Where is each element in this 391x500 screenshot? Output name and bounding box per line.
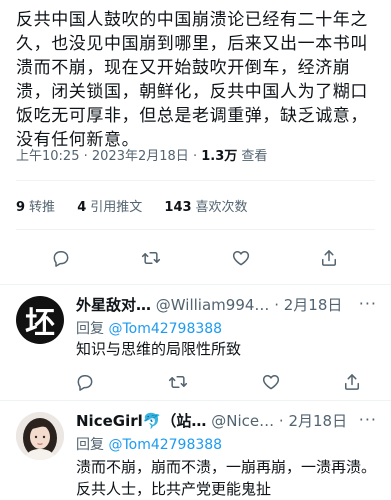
views-label: 查看 xyxy=(241,149,268,164)
quotes-stat[interactable]: 4 引用推文 xyxy=(77,200,142,215)
reply-text: 知识与思维的局限性所致 xyxy=(76,340,242,358)
likes-stat[interactable]: 143 喜欢次数 xyxy=(164,200,247,215)
views-count: 1.3万 xyxy=(201,149,238,164)
likes-label: 喜欢次数 xyxy=(195,200,248,215)
avatar-portrait-icon xyxy=(16,412,64,460)
tweet-text: 反共中国人鼓吹的中国崩溃论已经有二十年之久，也没见中国崩到哪里，后来又出一本书叫… xyxy=(16,10,368,150)
replying-label: 回复 xyxy=(76,437,104,453)
reply-separator: · xyxy=(278,412,284,430)
reply-author-handle[interactable]: @William994… xyxy=(156,296,270,314)
reply-date[interactable]: 2月18日 xyxy=(284,296,343,314)
avatar[interactable] xyxy=(16,412,64,460)
reply-author-name[interactable]: NiceGirl🐬（站… xyxy=(76,412,206,430)
share-button[interactable] xyxy=(340,370,364,394)
avatar[interactable]: 坯 xyxy=(16,296,64,344)
like-button[interactable] xyxy=(259,370,283,394)
reply-item[interactable]: 坯 外星敌对… @William994… · 2月18日 ··· 回复 @Tom… xyxy=(0,284,391,400)
divider xyxy=(16,229,375,230)
retweet-icon xyxy=(141,252,161,264)
tweet-time[interactable]: 上午10:25 xyxy=(16,149,79,164)
reply-header: 外星敌对… @William994… · 2月18日 xyxy=(76,294,342,315)
quotes-count: 4 xyxy=(77,200,87,215)
retweet-icon xyxy=(168,376,188,388)
meta-separator: · xyxy=(192,149,198,164)
replying-mention[interactable]: @Tom42798388 xyxy=(108,321,222,337)
avatar-glyph: 坯 xyxy=(25,306,55,341)
reply-text: 溃而不崩，崩而不溃，一崩再崩，一溃再溃。反共人士，比共产党更能鬼扯 xyxy=(76,458,377,498)
divider xyxy=(16,180,375,181)
replying-to: 回复 @Tom42798388 xyxy=(76,434,222,454)
quotes-label: 引用推文 xyxy=(90,200,143,215)
like-icon xyxy=(262,375,280,390)
tweet-date[interactable]: 2023年2月18日 xyxy=(92,149,189,164)
share-icon xyxy=(322,250,336,266)
reply-item[interactable]: NiceGirl🐬（站… @Nice… · 2月18日 ··· 回复 @Tom4… xyxy=(0,400,391,500)
share-icon xyxy=(345,374,359,390)
reply-author-handle[interactable]: @Nice… xyxy=(211,412,274,430)
tweet-stats: 9 转推 4 引用推文 143 喜欢次数 xyxy=(16,196,266,215)
reply-icon xyxy=(53,251,69,267)
retweet-button[interactable] xyxy=(139,246,163,270)
meta-separator: · xyxy=(83,149,88,164)
reply-icon xyxy=(77,375,93,391)
tweet-meta: 上午10:25 · 2023年2月18日 · 1.3万 查看 xyxy=(16,145,267,164)
like-icon xyxy=(232,251,250,266)
retweets-count: 9 xyxy=(16,200,26,215)
reply-date[interactable]: 2月18日 xyxy=(288,412,347,430)
tweet-actions xyxy=(0,246,391,270)
replying-label: 回复 xyxy=(76,321,104,337)
retweets-label: 转推 xyxy=(29,200,56,215)
retweet-button[interactable] xyxy=(166,370,190,394)
more-icon[interactable]: ··· xyxy=(359,294,377,313)
share-button[interactable] xyxy=(317,246,341,270)
retweets-stat[interactable]: 9 转推 xyxy=(16,200,55,215)
reply-author-name[interactable]: 外星敌对… xyxy=(76,296,151,314)
reply-button[interactable] xyxy=(49,246,73,270)
reply-actions xyxy=(0,370,391,394)
replying-mention[interactable]: @Tom42798388 xyxy=(108,437,222,453)
reply-separator: · xyxy=(274,296,279,314)
reply-header: NiceGirl🐬（站… @Nice… · 2月18日 xyxy=(76,410,347,431)
like-button[interactable] xyxy=(229,246,253,270)
replying-to: 回复 @Tom42798388 xyxy=(76,318,222,338)
likes-count: 143 xyxy=(164,200,192,215)
reply-button[interactable] xyxy=(73,370,97,394)
more-icon[interactable]: ··· xyxy=(359,410,377,429)
